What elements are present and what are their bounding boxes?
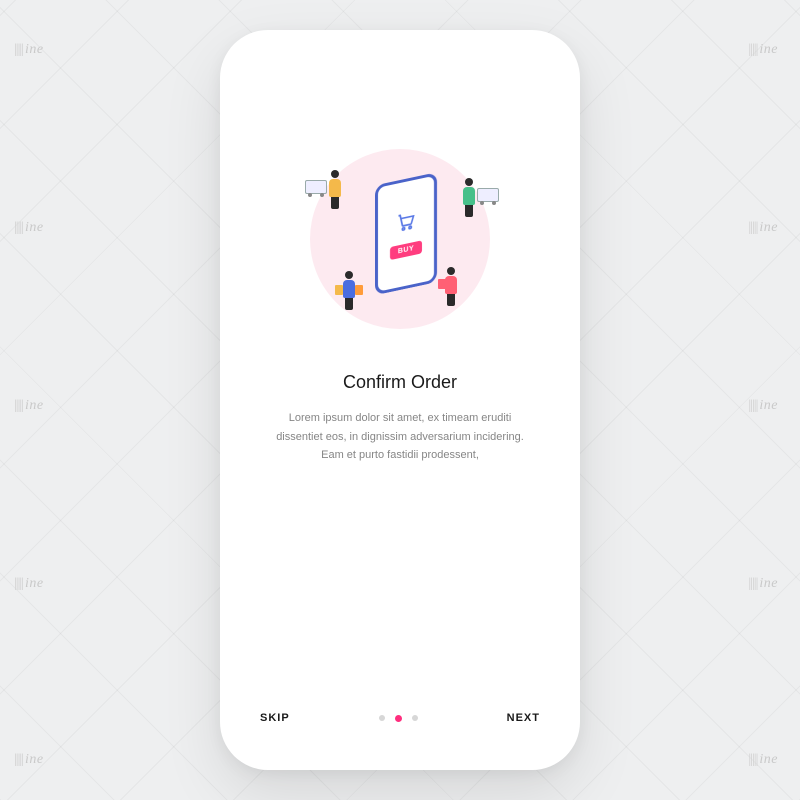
person-shopper-icon	[463, 178, 475, 217]
page-dot[interactable]	[412, 715, 418, 721]
watermark-text: ine	[748, 398, 778, 414]
app-screen: BUY	[234, 44, 566, 756]
onboarding-title: Confirm Order	[343, 372, 457, 393]
person-shopper-icon	[343, 271, 355, 310]
page-dot[interactable]	[379, 715, 385, 721]
skip-button[interactable]: SKIP	[260, 712, 290, 724]
watermark-text: ine	[14, 42, 44, 58]
watermark-text: ine	[748, 42, 778, 58]
watermark-text: ine	[14, 398, 44, 414]
isometric-phone-icon: BUY	[375, 172, 437, 295]
phone-notch	[325, 44, 475, 70]
watermark-text: ine	[748, 576, 778, 592]
cart-icon	[395, 209, 417, 236]
onboarding-description: Lorem ipsum dolor sit amet, ex timeam er…	[270, 409, 530, 465]
watermark-text: ine	[14, 576, 44, 592]
page-dot-active[interactable]	[395, 715, 402, 722]
next-button[interactable]: NEXT	[507, 712, 540, 724]
onboarding-footer: SKIP NEXT	[234, 692, 566, 756]
onboarding-content: BUY	[234, 44, 566, 692]
phone-mockup: BUY	[220, 30, 580, 770]
buy-badge: BUY	[390, 240, 422, 260]
onboarding-illustration: BUY	[295, 134, 505, 344]
watermark-text: ine	[14, 220, 44, 236]
page-indicator	[379, 715, 418, 722]
person-shopper-icon	[329, 170, 341, 209]
watermark-text: ine	[748, 220, 778, 236]
watermark-text: ine	[14, 752, 44, 768]
person-shopper-icon	[445, 267, 457, 306]
watermark-text: ine	[748, 752, 778, 768]
